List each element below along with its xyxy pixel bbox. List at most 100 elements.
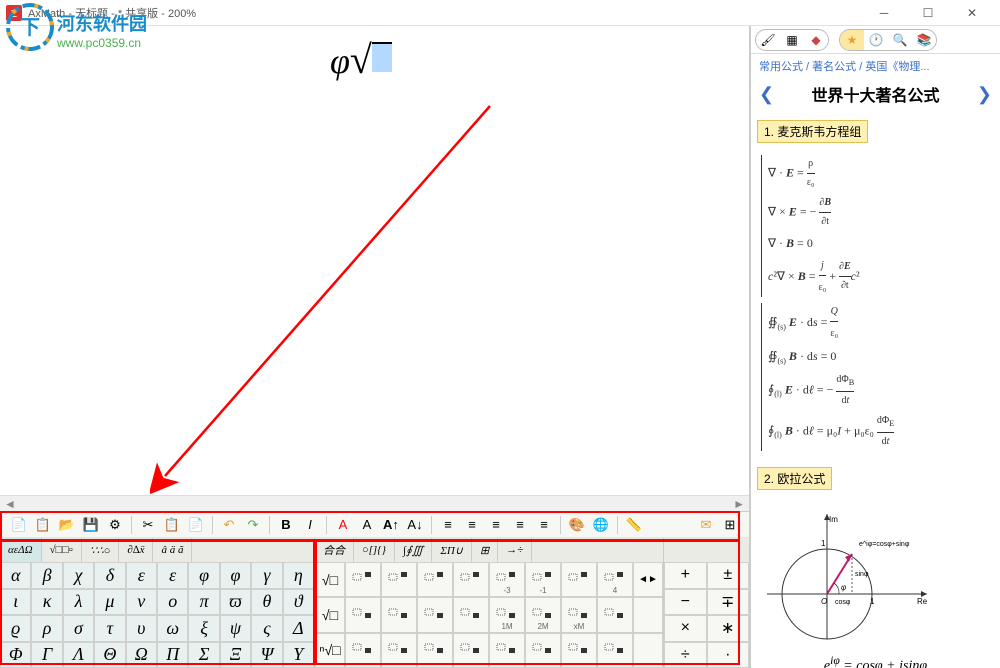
star-icon[interactable]: ★: [840, 30, 864, 50]
greek-letter[interactable]: σ: [63, 615, 94, 642]
align-right-button[interactable]: ≡: [485, 514, 507, 536]
structure-template[interactable]: [345, 633, 381, 668]
save-button[interactable]: 💾: [80, 514, 102, 536]
operator-button[interactable]: ∗: [707, 615, 750, 642]
greek-letter[interactable]: ε: [126, 562, 157, 589]
structure-template[interactable]: -1: [525, 562, 561, 597]
greek-letter[interactable]: ϖ: [220, 589, 251, 616]
greek-letter[interactable]: λ: [63, 589, 94, 616]
close-button[interactable]: ✕: [950, 1, 994, 25]
structure-template[interactable]: [345, 562, 381, 597]
structure-template[interactable]: [417, 633, 453, 668]
brush-icon[interactable]: 🖌: [756, 30, 780, 50]
greek-letter[interactable]: Δ: [283, 615, 314, 642]
structure-template[interactable]: -3: [489, 562, 525, 597]
operator-button[interactable]: ×: [664, 615, 707, 642]
greek-letter[interactable]: ν: [126, 589, 157, 616]
size-up-button[interactable]: A↑: [380, 514, 402, 536]
greek-letter[interactable]: ι: [0, 589, 31, 616]
structure-template[interactable]: [381, 633, 417, 668]
bc-item[interactable]: 英国《物理...: [865, 61, 929, 73]
cut-button[interactable]: ✂: [137, 514, 159, 536]
mail-button[interactable]: ✉: [695, 514, 717, 536]
greek-letter[interactable]: φ: [188, 562, 219, 589]
greek-letter[interactable]: ϱ: [0, 615, 31, 642]
structure-tab[interactable]: 合合: [315, 538, 354, 562]
euler-equation-1[interactable]: eiφ = cosφ + isinφ: [757, 654, 994, 668]
structure-tab[interactable]: ∫∮∭: [395, 538, 432, 562]
section-header[interactable]: 2. 欧拉公式: [757, 467, 832, 490]
greek-letter[interactable]: β: [31, 562, 62, 589]
editor-canvas[interactable]: φ√: [0, 26, 749, 495]
align-mid-button[interactable]: ≡: [533, 514, 555, 536]
paste-button[interactable]: 📄: [185, 514, 207, 536]
bc-item[interactable]: 常用公式: [759, 61, 803, 73]
greek-letter[interactable]: ο: [157, 589, 188, 616]
greek-letter[interactable]: Γ: [31, 642, 62, 668]
clock-icon[interactable]: 🕐: [864, 30, 888, 50]
structure-template[interactable]: [453, 633, 489, 668]
symbol-tab[interactable]: ∂∆ẍ: [119, 538, 153, 562]
align-left-button[interactable]: ≡: [437, 514, 459, 536]
greek-letter[interactable]: Λ: [63, 642, 94, 668]
greek-letter[interactable]: τ: [94, 615, 125, 642]
structure-template[interactable]: [381, 597, 417, 632]
greek-letter[interactable]: υ: [126, 615, 157, 642]
template-button[interactable]: 📋: [32, 514, 54, 536]
greek-letter[interactable]: α: [0, 562, 31, 589]
greek-letter[interactable]: Ψ: [251, 642, 282, 668]
maximize-button[interactable]: ☐: [906, 1, 950, 25]
new-button[interactable]: 📄: [8, 514, 30, 536]
operator-button[interactable]: −: [664, 589, 707, 616]
greek-letter[interactable]: μ: [94, 589, 125, 616]
size-down-button[interactable]: A↓: [404, 514, 426, 536]
font-button[interactable]: A: [356, 514, 378, 536]
layers-icon[interactable]: 📚: [912, 30, 936, 50]
greek-letter[interactable]: ε: [157, 562, 188, 589]
bc-item[interactable]: 著名公式: [812, 61, 856, 73]
greek-letter[interactable]: ρ: [31, 615, 62, 642]
greek-letter[interactable]: Σ: [188, 642, 219, 668]
structure-template[interactable]: [597, 633, 633, 668]
expand-button[interactable]: ⊞: [719, 514, 741, 536]
greek-letter[interactable]: ϑ: [283, 589, 314, 616]
ruler-button[interactable]: 📏: [623, 514, 645, 536]
next-button[interactable]: ❯: [977, 84, 992, 105]
structure-template[interactable]: [597, 597, 633, 632]
open-button[interactable]: 📂: [56, 514, 78, 536]
font-color-button[interactable]: A: [332, 514, 354, 536]
structure-template[interactable]: [417, 597, 453, 632]
minimize-button[interactable]: ─: [862, 1, 906, 25]
greek-letter[interactable]: π: [188, 589, 219, 616]
align-center-button[interactable]: ≡: [461, 514, 483, 536]
greek-letter[interactable]: ψ: [220, 615, 251, 642]
symbol-tab[interactable]: ∵∴○: [82, 538, 120, 562]
greek-letter[interactable]: ς: [251, 615, 282, 642]
structure-template[interactable]: [381, 562, 417, 597]
horizontal-scrollbar[interactable]: ◄►: [0, 495, 749, 511]
greek-letter[interactable]: γ: [251, 562, 282, 589]
operator-button[interactable]: ∓: [707, 589, 750, 616]
greek-letter[interactable]: Υ: [283, 642, 314, 668]
symbol-tab[interactable]: â ä ã: [153, 538, 192, 562]
redo-button[interactable]: ↷: [242, 514, 264, 536]
structure-template[interactable]: [345, 597, 381, 632]
structure-template[interactable]: [489, 633, 525, 668]
greek-letter[interactable]: ξ: [188, 615, 219, 642]
greek-letter[interactable]: Ξ: [220, 642, 251, 668]
operator-button[interactable]: ÷: [664, 642, 707, 668]
undo-button[interactable]: ↶: [218, 514, 240, 536]
structure-template[interactable]: [561, 562, 597, 597]
root-template[interactable]: √□: [315, 562, 345, 597]
structure-template[interactable]: [525, 633, 561, 668]
structure-tab[interactable]: ΣΠ∪: [432, 538, 472, 562]
greek-letter[interactable]: δ: [94, 562, 125, 589]
align-top-button[interactable]: ≡: [509, 514, 531, 536]
nav-button[interactable]: ◄►: [633, 562, 663, 597]
operator-button[interactable]: ·: [707, 642, 750, 668]
root-template[interactable]: √□: [315, 597, 345, 632]
greek-letter[interactable]: Π: [157, 642, 188, 668]
section-header[interactable]: 1. 麦克斯韦方程组: [757, 120, 868, 143]
operator-button[interactable]: +: [664, 562, 707, 589]
bold-button[interactable]: B: [275, 514, 297, 536]
